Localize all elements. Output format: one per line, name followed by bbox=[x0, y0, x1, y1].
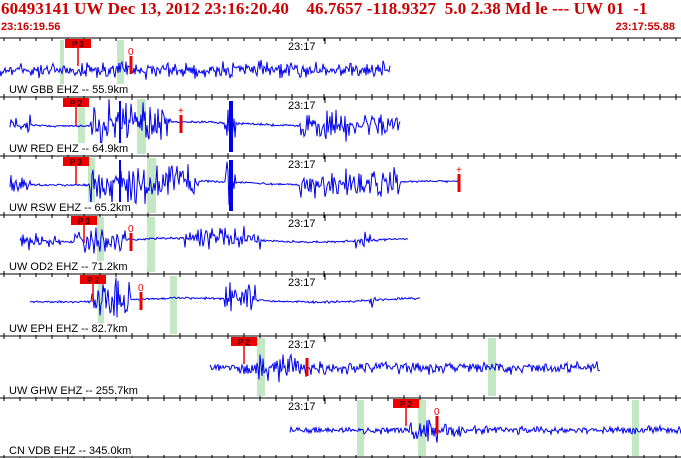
seismic-trace bbox=[0, 59, 391, 80]
station-label: UW EPH EHZ -- 82.7km bbox=[9, 323, 128, 335]
station-label: UW RED EHZ -- 64.9km bbox=[9, 143, 128, 155]
analysis-window bbox=[170, 276, 177, 334]
minute-label: 23:17 bbox=[288, 339, 316, 351]
amplitude-marker-glyph: 0 bbox=[138, 283, 144, 294]
seismogram-panel[interactable]: 23:17 P 3 0 UW GBB EHZ -- 55.9km 23:17 P 2 + UW… bbox=[0, 0, 681, 458]
minute-label: 23:17 bbox=[288, 159, 316, 171]
minute-label: 23:17 bbox=[288, 100, 316, 112]
pick-flag-label: P 2 bbox=[400, 400, 412, 409]
seismic-trace bbox=[9, 161, 461, 208]
minute-label: 23:17 bbox=[288, 41, 316, 53]
station-label: UW OD2 EHZ -- 71.2km bbox=[9, 261, 128, 273]
station-label: UW GBB EHZ -- 55.9km bbox=[9, 84, 128, 96]
minute-label: 23:17 bbox=[288, 218, 316, 230]
pick-flag-label: P 2 bbox=[87, 276, 99, 285]
pick-flag-label: P 2 bbox=[238, 338, 250, 347]
station-label: UW RSW EHZ -- 65.2km bbox=[9, 202, 131, 214]
pick-flag-label: P 2 bbox=[70, 99, 82, 108]
station-label: CN VDB EHZ -- 345.0km bbox=[9, 445, 131, 457]
seismic-trace bbox=[19, 225, 409, 254]
analysis-window bbox=[357, 400, 364, 456]
amplitude-marker-glyph: + bbox=[456, 165, 462, 176]
seismic-trace bbox=[289, 419, 681, 443]
station-label: UW GHW EHZ -- 255.7km bbox=[9, 385, 138, 397]
amplitude-marker-glyph: 0 bbox=[128, 224, 134, 235]
amplitude-marker-glyph: 0 bbox=[128, 47, 134, 58]
seismic-trace bbox=[209, 353, 601, 383]
pick-flag-label: P 3 bbox=[78, 217, 90, 226]
amplitude-marker-glyph: 0 bbox=[434, 407, 440, 418]
analysis-window bbox=[147, 217, 155, 272]
minute-label: 23:17 bbox=[288, 401, 316, 413]
amplitude-marker-glyph: + bbox=[178, 106, 184, 117]
minute-label: 23:17 bbox=[288, 277, 316, 289]
pick-flag-label: P 3 bbox=[70, 158, 82, 167]
pick-flag-label: P 3 bbox=[72, 40, 84, 49]
